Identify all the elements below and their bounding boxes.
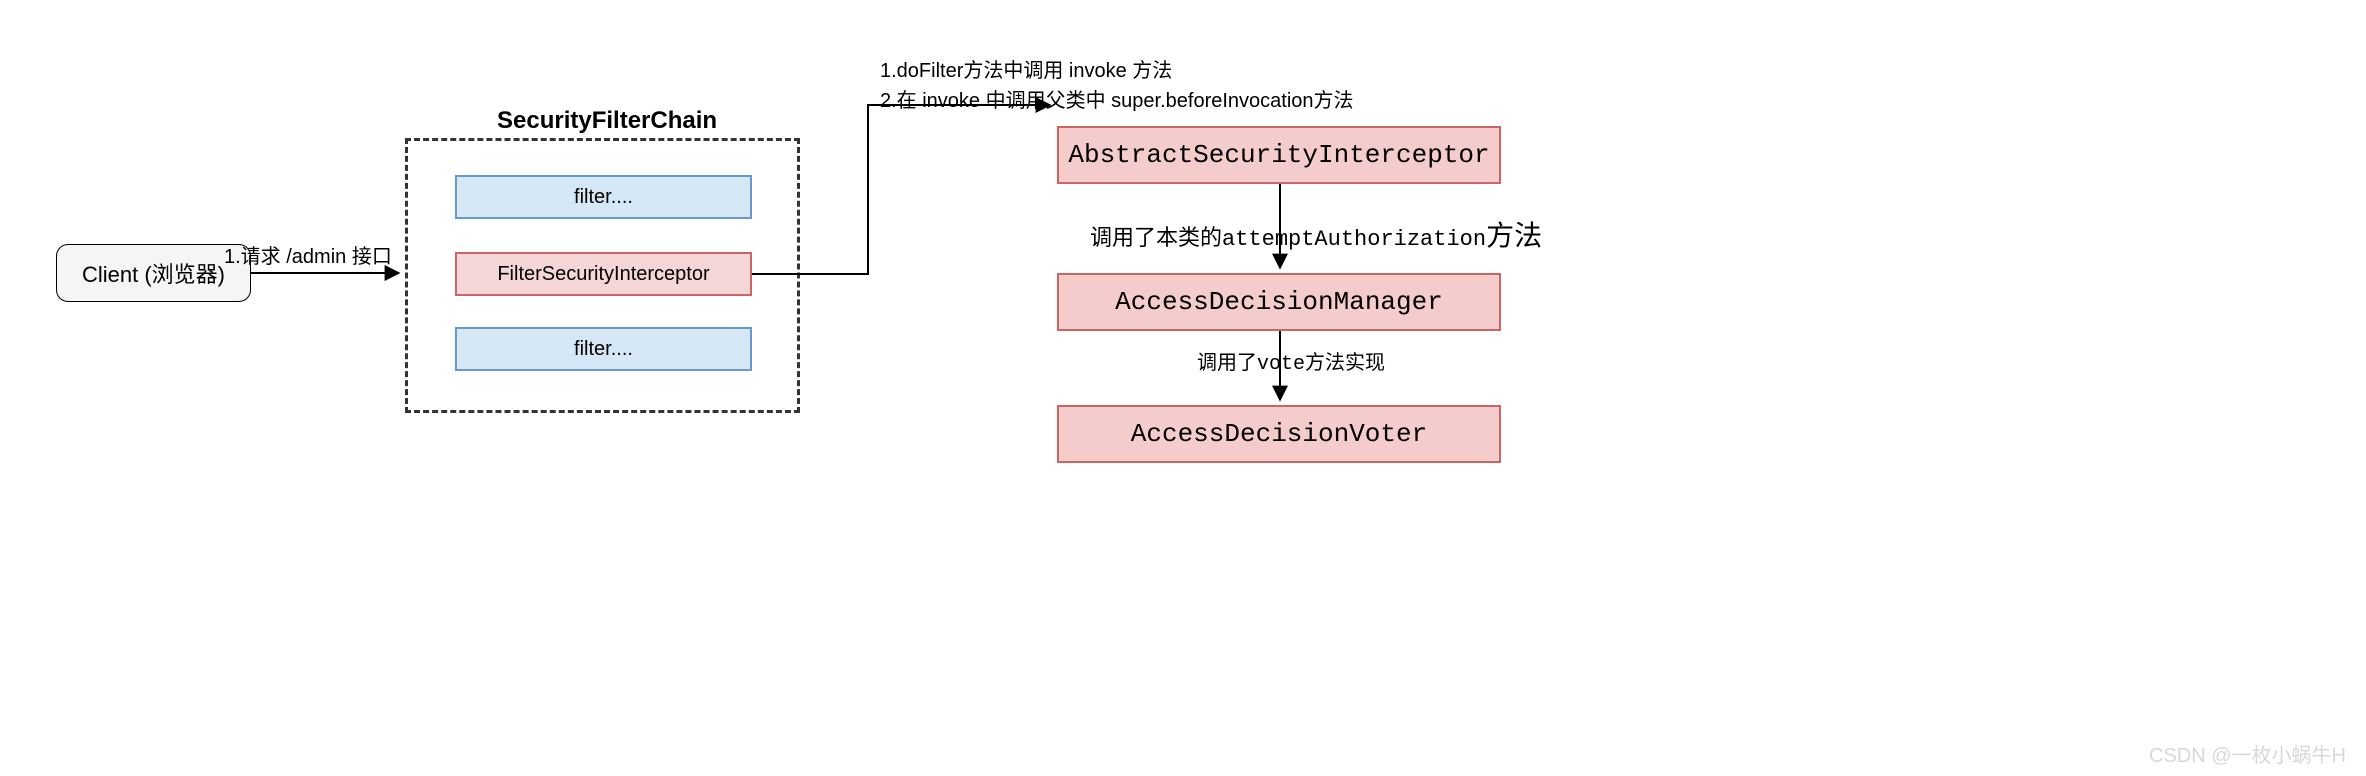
call-note-line2: 2.在 invoke 中调用父类中 super.beforeInvocation… xyxy=(880,86,1354,116)
call-note-line1: 1.doFilter方法中调用 invoke 方法 xyxy=(880,56,1354,86)
client-box: Client (浏览器) xyxy=(56,244,251,302)
arrow-client-to-chain xyxy=(251,272,406,292)
filter-box-top: filter.... xyxy=(455,175,752,219)
access-decision-manager-box: AccessDecisionManager xyxy=(1057,273,1501,331)
note-vote: 调用了vote方法实现 xyxy=(1197,346,1385,376)
watermark: CSDN @一枚小蜗牛H xyxy=(2149,739,2346,768)
filter-box-bottom: filter.... xyxy=(455,327,752,371)
abstract-security-interceptor-box: AbstractSecurityInterceptor xyxy=(1057,126,1501,184)
note-attempt-authorization: 调用了本类的attemptAuthorization方法 xyxy=(1090,214,1542,254)
abstract-security-interceptor-label: AbstractSecurityInterceptor xyxy=(1068,140,1489,170)
arrow-filter-to-abstract xyxy=(752,100,1057,280)
access-decision-voter-box: AccessDecisionVoter xyxy=(1057,405,1501,463)
access-decision-voter-label: AccessDecisionVoter xyxy=(1131,419,1427,449)
filter-top-label: filter.... xyxy=(574,186,633,209)
chain-title: SecurityFilterChain xyxy=(497,107,717,135)
request-label: 1.请求 /admin 接口 xyxy=(224,240,392,269)
access-decision-manager-label: AccessDecisionManager xyxy=(1115,287,1443,317)
filter-security-interceptor-box: FilterSecurityInterceptor xyxy=(455,252,752,296)
filter-bottom-label: filter.... xyxy=(574,338,633,361)
filter-security-interceptor-label: FilterSecurityInterceptor xyxy=(497,263,709,286)
client-label: Client (浏览器) xyxy=(82,257,225,289)
call-notes: 1.doFilter方法中调用 invoke 方法 2.在 invoke 中调用… xyxy=(880,56,1354,116)
